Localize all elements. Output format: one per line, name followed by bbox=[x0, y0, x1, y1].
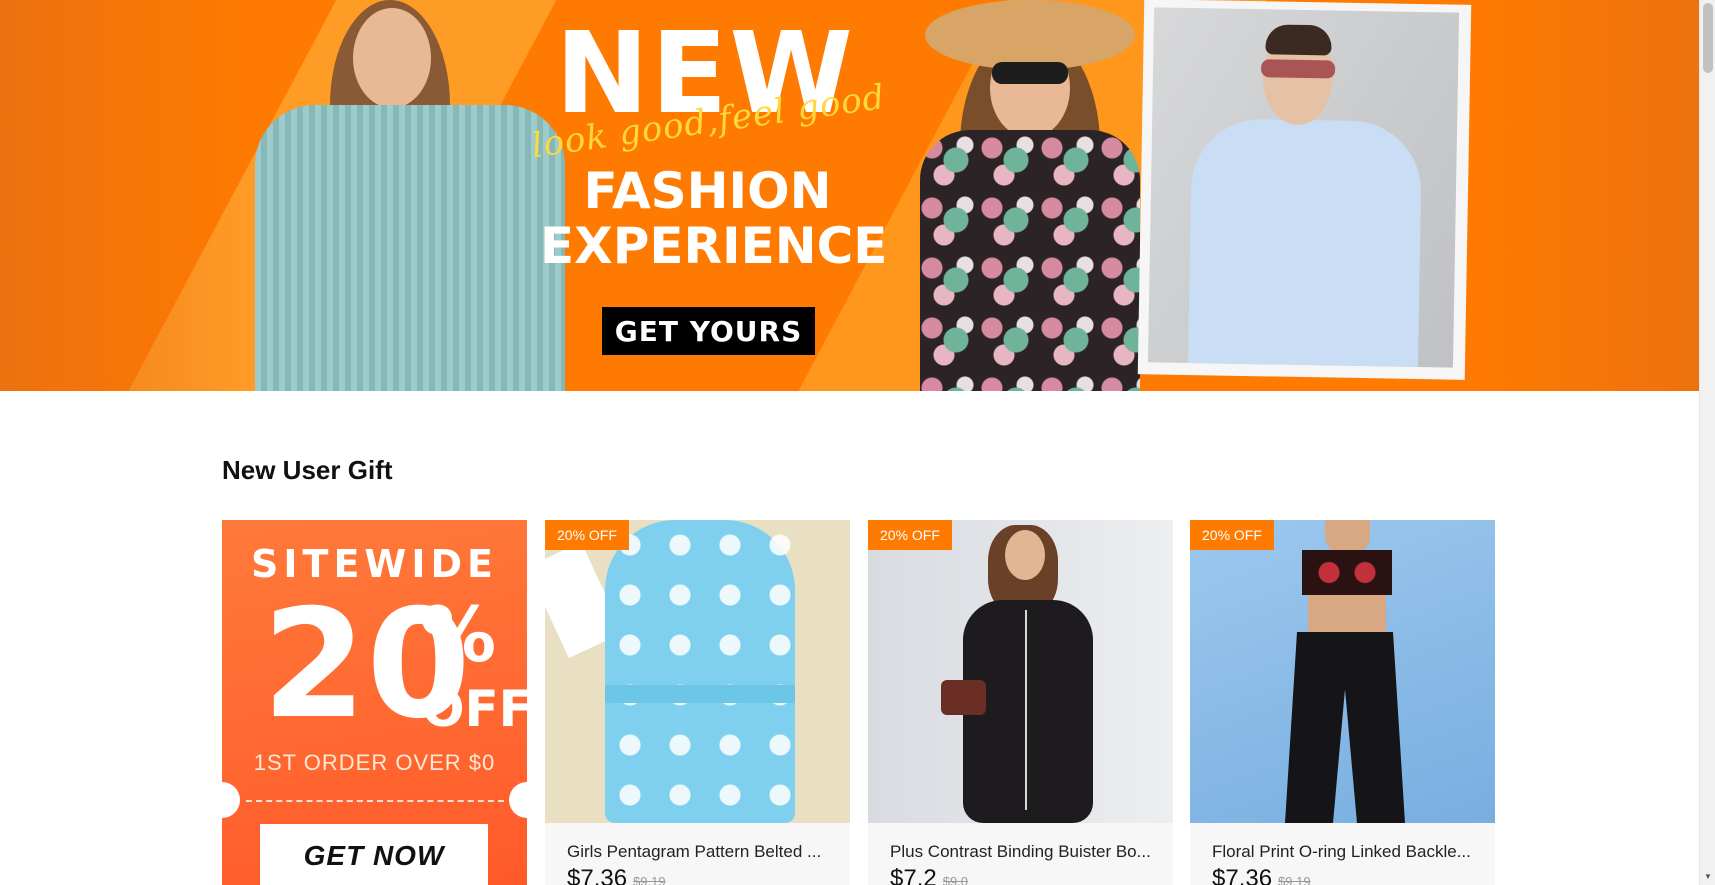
scrollbar-thumb[interactable] bbox=[1703, 3, 1713, 73]
model-knit-dress bbox=[255, 105, 565, 391]
current-price: $7.36 bbox=[1212, 865, 1273, 885]
product-floral-top bbox=[1302, 550, 1392, 595]
product-card[interactable]: 20% OFF Plus Contrast Binding Buister Bo… bbox=[868, 520, 1173, 885]
product-title[interactable]: Plus Contrast Binding Buister Bo... bbox=[890, 842, 1160, 862]
product-price: $7.2 $9.0 bbox=[890, 865, 968, 885]
original-price: $9.0 bbox=[942, 874, 969, 885]
banner-haze bbox=[0, 0, 260, 391]
banner-model-knit-dress bbox=[235, 0, 575, 391]
model-torso bbox=[1308, 595, 1386, 635]
current-price: $7.36 bbox=[567, 865, 628, 885]
model-sunglasses bbox=[992, 62, 1068, 84]
original-price: $9.19 bbox=[1278, 874, 1311, 885]
banner-photo-frame bbox=[1137, 0, 1472, 380]
coupon-condition: 1ST ORDER OVER $0 bbox=[253, 750, 496, 775]
coupon-notch bbox=[509, 782, 527, 818]
product-robe bbox=[605, 520, 795, 823]
model-head bbox=[353, 8, 431, 108]
model-sunglasses bbox=[1260, 59, 1336, 79]
original-price: $9.19 bbox=[633, 874, 666, 885]
sitewide-coupon-card[interactable]: SITEWIDE 20 % OFF 1ST ORDER OVER $0 GET … bbox=[222, 520, 527, 885]
product-image[interactable]: 20% OFF bbox=[545, 520, 850, 823]
model-hair bbox=[1265, 24, 1332, 56]
discount-badge: 20% OFF bbox=[1190, 520, 1274, 550]
vertical-scrollbar[interactable]: ▼ bbox=[1699, 0, 1715, 885]
section-title: New User Gift bbox=[222, 455, 393, 485]
model-sun-hat bbox=[925, 0, 1135, 70]
model-head bbox=[1005, 530, 1045, 580]
scroll-down-arrow-icon[interactable]: ▼ bbox=[1704, 872, 1712, 881]
product-belt bbox=[605, 685, 795, 703]
banner-haze bbox=[1469, 0, 1699, 391]
coupon-divider bbox=[246, 800, 504, 802]
product-price: $7.36 $9.19 bbox=[1212, 865, 1311, 885]
discount-badge: 20% OFF bbox=[545, 520, 629, 550]
banner-model-floral-dress bbox=[880, 0, 1180, 391]
product-pants bbox=[1285, 632, 1405, 823]
page: NEW look good,feel good FASHION EXPERIEN… bbox=[0, 0, 1715, 885]
current-price: $7.2 bbox=[890, 865, 937, 885]
banner-headline-fashion: FASHION bbox=[583, 162, 832, 220]
discount-badge: 20% OFF bbox=[868, 520, 952, 550]
product-image[interactable]: 20% OFF bbox=[868, 520, 1173, 823]
model-shirt bbox=[1187, 118, 1423, 368]
coupon-percent-sign: % bbox=[420, 590, 497, 679]
banner-headline-experience: EXPERIENCE bbox=[540, 217, 888, 275]
hero-banner[interactable]: NEW look good,feel good FASHION EXPERIEN… bbox=[0, 0, 1699, 391]
product-title[interactable]: Floral Print O-ring Linked Backle... bbox=[1212, 842, 1482, 862]
product-card[interactable]: 20% OFF Floral Print O-ring Linked Backl… bbox=[1190, 520, 1495, 885]
product-price: $7.36 $9.19 bbox=[567, 865, 666, 885]
get-yours-button[interactable]: GET YOURS bbox=[602, 307, 815, 355]
model-floral-dress bbox=[920, 130, 1140, 391]
product-title[interactable]: Girls Pentagram Pattern Belted ... bbox=[567, 842, 837, 862]
banner-photo-man-shirt bbox=[1147, 7, 1460, 368]
product-image[interactable]: 20% OFF bbox=[1190, 520, 1495, 823]
get-now-button[interactable]: GET NOW bbox=[260, 824, 488, 885]
product-card[interactable]: 20% OFF Girls Pentagram Pattern Belted .… bbox=[545, 520, 850, 885]
coupon-notch bbox=[222, 782, 240, 818]
coupon-off-label: OFF bbox=[422, 680, 527, 738]
product-clutch bbox=[941, 680, 986, 715]
